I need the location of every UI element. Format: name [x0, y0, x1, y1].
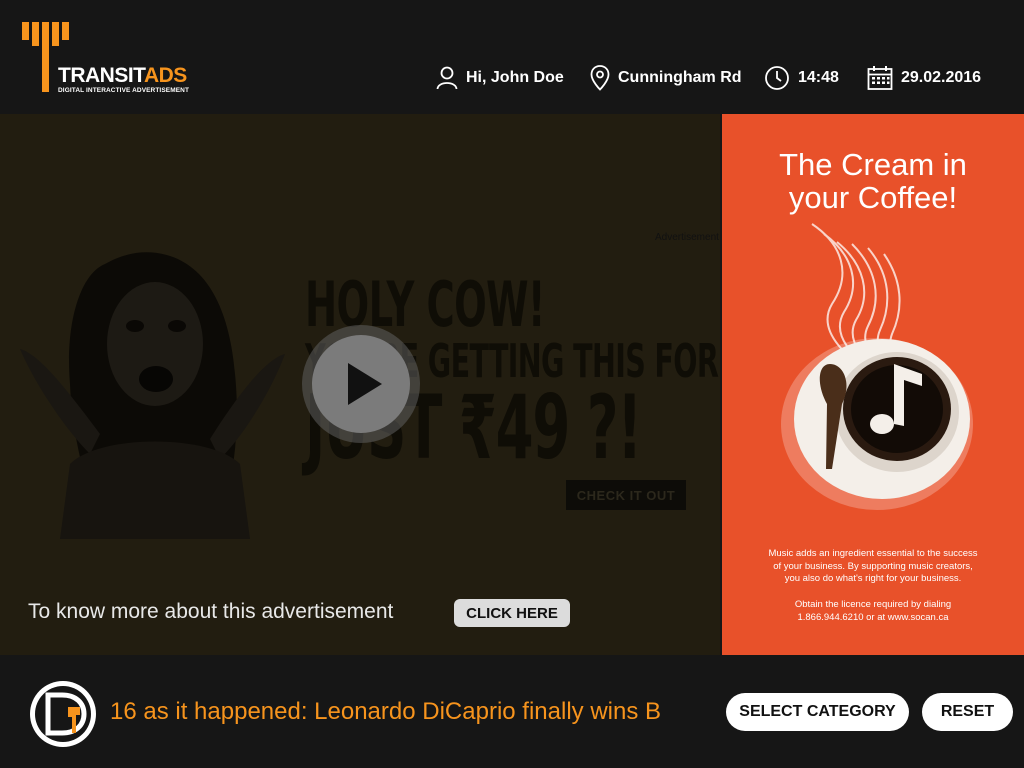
side-coffee-ad[interactable]: The Cream in your Coffee! Music adds an … — [722, 114, 1024, 655]
side-title-line-2: your Coffee! — [788, 180, 958, 215]
clock-icon — [765, 66, 789, 90]
side-body-line-3: you also do what's right for your busine… — [784, 573, 962, 584]
header-bar: TRANSITADS DIGITAL INTERACTIVE ADVERTISE… — [0, 0, 1024, 114]
coffee-cup-illustration — [781, 223, 973, 510]
user-greeting[interactable]: Hi, John Doe — [436, 64, 564, 92]
play-button[interactable] — [302, 325, 420, 443]
location-text: Cunningham Rd — [618, 69, 742, 86]
main-video-ad[interactable]: Advertisement HOLY COW! YOU'RE GETTING T… — [0, 114, 720, 655]
side-ad-contact: Obtain the licence required by dialing 1… — [722, 599, 1024, 624]
calendar-icon — [867, 66, 893, 90]
check-it-out-button[interactable]: CHECK IT OUT — [566, 480, 686, 510]
side-ad-title: The Cream in your Coffee! — [722, 148, 1024, 214]
side-ad-body: Music adds an ingredient essential to th… — [722, 548, 1024, 586]
time-info: 14:48 — [764, 64, 839, 92]
footer-bar: 16 as it happened: Leonardo DiCaprio fin… — [0, 655, 1024, 768]
location-info[interactable]: Cunningham Rd — [590, 64, 742, 92]
news-ticker[interactable]: 16 as it happened: Leonardo DiCaprio fin… — [110, 698, 718, 726]
headline-line-1: HOLY COW! — [305, 268, 545, 341]
ad-small-label: Advertisement — [655, 232, 719, 243]
transitads-logo: TRANSITADS DIGITAL INTERACTIVE ADVERTISE… — [22, 22, 222, 97]
click-here-button[interactable]: CLICK HERE — [454, 599, 570, 627]
date-text: 29.02.2016 — [901, 69, 982, 86]
logo-wordmark: TRANSITADS — [58, 64, 187, 87]
user-icon — [436, 66, 458, 90]
side-contact-line-2: 1.866.944.6210 or at www.socan.ca — [797, 611, 949, 623]
logo-tagline: DIGITAL INTERACTIVE ADVERTISEMENT — [58, 87, 190, 94]
channel-logo-icon[interactable] — [28, 679, 98, 749]
side-body-line-2: of your business. By supporting music cr… — [773, 560, 973, 572]
know-more-text: To know more about this advertisement — [28, 600, 394, 623]
select-category-button[interactable]: SELECT CATEGORY — [726, 693, 909, 731]
greeting-text: Hi, John Doe — [466, 69, 564, 86]
time-text: 14:48 — [798, 69, 839, 86]
side-body-line-1: Music adds an ingredient essential to th… — [768, 548, 978, 559]
play-button-inner — [312, 335, 410, 433]
date-info: 29.02.2016 — [867, 64, 981, 92]
play-icon — [348, 363, 382, 405]
ad-woman-photo — [20, 252, 285, 539]
side-contact-line-1: Obtain the licence required by dialing — [794, 599, 952, 610]
reset-button[interactable]: RESET — [922, 693, 1013, 731]
side-title-line-1: The Cream in — [779, 147, 967, 182]
location-pin-icon — [590, 65, 610, 91]
